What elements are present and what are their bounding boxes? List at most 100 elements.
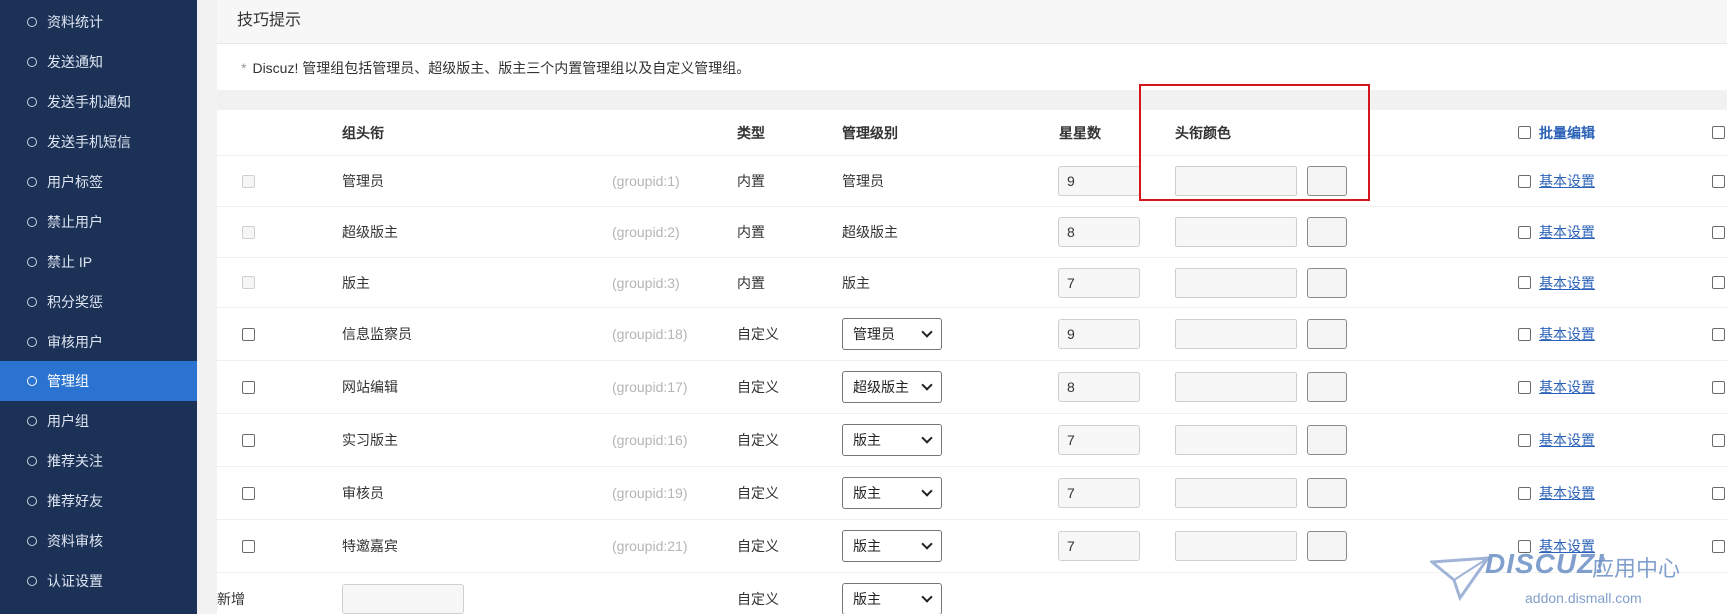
new-group-name-input[interactable] xyxy=(342,584,464,614)
stars-input[interactable]: 9 xyxy=(1058,319,1140,349)
sidebar-item[interactable]: 积分奖惩 xyxy=(0,282,197,322)
new-level-select[interactable]: 版主 xyxy=(842,583,942,614)
tips-panel: * Discuz! 管理组包括管理员、超级版主、版主三个内置管理组以及自定义管理组… xyxy=(217,44,1727,90)
row-right-checkbox-cell xyxy=(1712,361,1727,413)
row-color-button-cell xyxy=(1307,207,1347,257)
group-level: 超级版主 xyxy=(842,224,898,240)
batch-edit-checkbox[interactable] xyxy=(1518,126,1531,139)
right-checkbox[interactable] xyxy=(1712,380,1725,394)
batch-edit-link[interactable]: 批量编辑 xyxy=(1539,123,1595,143)
basic-settings-link[interactable]: 基本设置 xyxy=(1539,273,1595,293)
color-picker-button[interactable] xyxy=(1307,531,1347,561)
group-type: 自定义 xyxy=(737,485,779,501)
row-checkbox[interactable] xyxy=(242,327,255,341)
right-checkbox[interactable] xyxy=(1712,486,1725,500)
circle-icon xyxy=(27,217,37,227)
sidebar-item[interactable]: 禁止 IP xyxy=(0,242,197,282)
row-name-cell: 管理员 xyxy=(342,156,542,206)
stars-input[interactable]: 7 xyxy=(1058,267,1140,298)
row-color-text-cell xyxy=(1175,207,1297,257)
basic-settings-link[interactable]: 基本设置 xyxy=(1539,430,1595,450)
sidebar-item[interactable]: 禁止用户 xyxy=(0,202,197,242)
sidebar-item[interactable]: 管理组 xyxy=(0,361,197,401)
group-name: 版主 xyxy=(342,274,370,291)
stars-input[interactable]: 8 xyxy=(1058,372,1140,402)
color-picker-button[interactable] xyxy=(1307,425,1347,455)
title-color-input[interactable] xyxy=(1175,531,1297,561)
row-checkbox[interactable] xyxy=(242,486,255,500)
color-picker-button[interactable] xyxy=(1307,166,1347,196)
color-picker-button[interactable] xyxy=(1307,372,1347,402)
sidebar-item-label: 推荐关注 xyxy=(47,453,103,469)
batch-checkbox[interactable] xyxy=(1518,486,1531,500)
level-select[interactable]: 超级版主 xyxy=(842,371,942,403)
sidebar-item[interactable]: 发送通知 xyxy=(0,42,197,82)
sidebar-item-label: 发送手机通知 xyxy=(47,94,131,110)
color-picker-button[interactable] xyxy=(1307,478,1347,508)
group-name: 审核员 xyxy=(342,485,384,501)
basic-settings-link[interactable]: 基本设置 xyxy=(1539,222,1595,242)
header-group-title: 组头衔 xyxy=(342,124,384,141)
new-row-type-cell: 自定义 xyxy=(737,573,817,614)
level-select[interactable]: 版主 xyxy=(842,530,942,562)
sidebar-item[interactable]: 用户组 xyxy=(0,401,197,441)
sidebar-item[interactable]: 发送手机通知 xyxy=(0,82,197,122)
row-stars-cell: 7 xyxy=(1058,520,1140,572)
color-picker-button[interactable] xyxy=(1307,217,1347,247)
title-color-input[interactable] xyxy=(1175,319,1297,349)
right-checkbox[interactable] xyxy=(1712,126,1725,139)
title-color-input[interactable] xyxy=(1175,425,1297,455)
sidebar-item[interactable]: 认证设置 xyxy=(0,561,197,601)
batch-checkbox[interactable] xyxy=(1518,380,1531,394)
sidebar-item[interactable]: 资料统计 xyxy=(0,2,197,42)
batch-checkbox[interactable] xyxy=(1518,433,1531,447)
title-color-input[interactable] xyxy=(1175,217,1297,247)
stars-input[interactable]: 7 xyxy=(1058,425,1140,455)
sidebar-item[interactable]: 推荐关注 xyxy=(0,441,197,481)
level-select[interactable]: 版主 xyxy=(842,424,942,456)
title-color-input[interactable] xyxy=(1175,478,1297,508)
color-picker-button[interactable] xyxy=(1307,319,1347,349)
row-level-cell: 版主 xyxy=(842,258,952,307)
basic-settings-link[interactable]: 基本设置 xyxy=(1539,171,1595,191)
group-type: 内置 xyxy=(737,173,765,189)
sidebar-item-label: 发送通知 xyxy=(47,54,103,70)
sidebar-item[interactable]: 发送手机短信 xyxy=(0,122,197,162)
stars-input[interactable]: 8 xyxy=(1058,217,1140,247)
row-stars-cell: 9 xyxy=(1058,156,1140,206)
new-row-name-cell xyxy=(342,573,472,614)
batch-checkbox[interactable] xyxy=(1518,174,1531,188)
row-checkbox[interactable] xyxy=(242,433,255,447)
title-color-input[interactable] xyxy=(1175,372,1297,402)
right-checkbox[interactable] xyxy=(1712,225,1725,239)
row-checkbox[interactable] xyxy=(242,380,255,394)
basic-settings-link[interactable]: 基本设置 xyxy=(1539,324,1595,344)
basic-settings-link[interactable]: 基本设置 xyxy=(1539,377,1595,397)
batch-checkbox[interactable] xyxy=(1518,276,1531,289)
stars-input[interactable]: 7 xyxy=(1058,478,1140,508)
level-select[interactable]: 管理员 xyxy=(842,318,942,350)
sidebar-item[interactable]: 推荐好友 xyxy=(0,481,197,521)
row-select-cell xyxy=(242,308,262,360)
level-select[interactable]: 版主 xyxy=(842,477,942,509)
stars-input[interactable]: 9 xyxy=(1058,166,1140,196)
right-checkbox[interactable] xyxy=(1712,174,1725,188)
right-checkbox[interactable] xyxy=(1712,433,1725,447)
sidebar-item[interactable]: 审核用户 xyxy=(0,322,197,362)
sidebar-item[interactable]: 用户标签 xyxy=(0,162,197,202)
row-color-text-cell xyxy=(1175,361,1297,413)
batch-checkbox[interactable] xyxy=(1518,327,1531,341)
row-right-checkbox-cell xyxy=(1712,414,1727,466)
row-checkbox[interactable] xyxy=(242,539,255,553)
basic-settings-link[interactable]: 基本设置 xyxy=(1539,483,1595,503)
group-id: (groupid:18) xyxy=(612,326,688,342)
color-picker-button[interactable] xyxy=(1307,267,1347,298)
title-color-input[interactable] xyxy=(1175,166,1297,196)
row-select-cell xyxy=(242,258,262,307)
batch-checkbox[interactable] xyxy=(1518,225,1531,239)
right-checkbox[interactable] xyxy=(1712,276,1725,289)
stars-input[interactable]: 7 xyxy=(1058,531,1140,561)
title-color-input[interactable] xyxy=(1175,267,1297,298)
sidebar-item[interactable]: 资料审核 xyxy=(0,521,197,561)
right-checkbox[interactable] xyxy=(1712,327,1725,341)
